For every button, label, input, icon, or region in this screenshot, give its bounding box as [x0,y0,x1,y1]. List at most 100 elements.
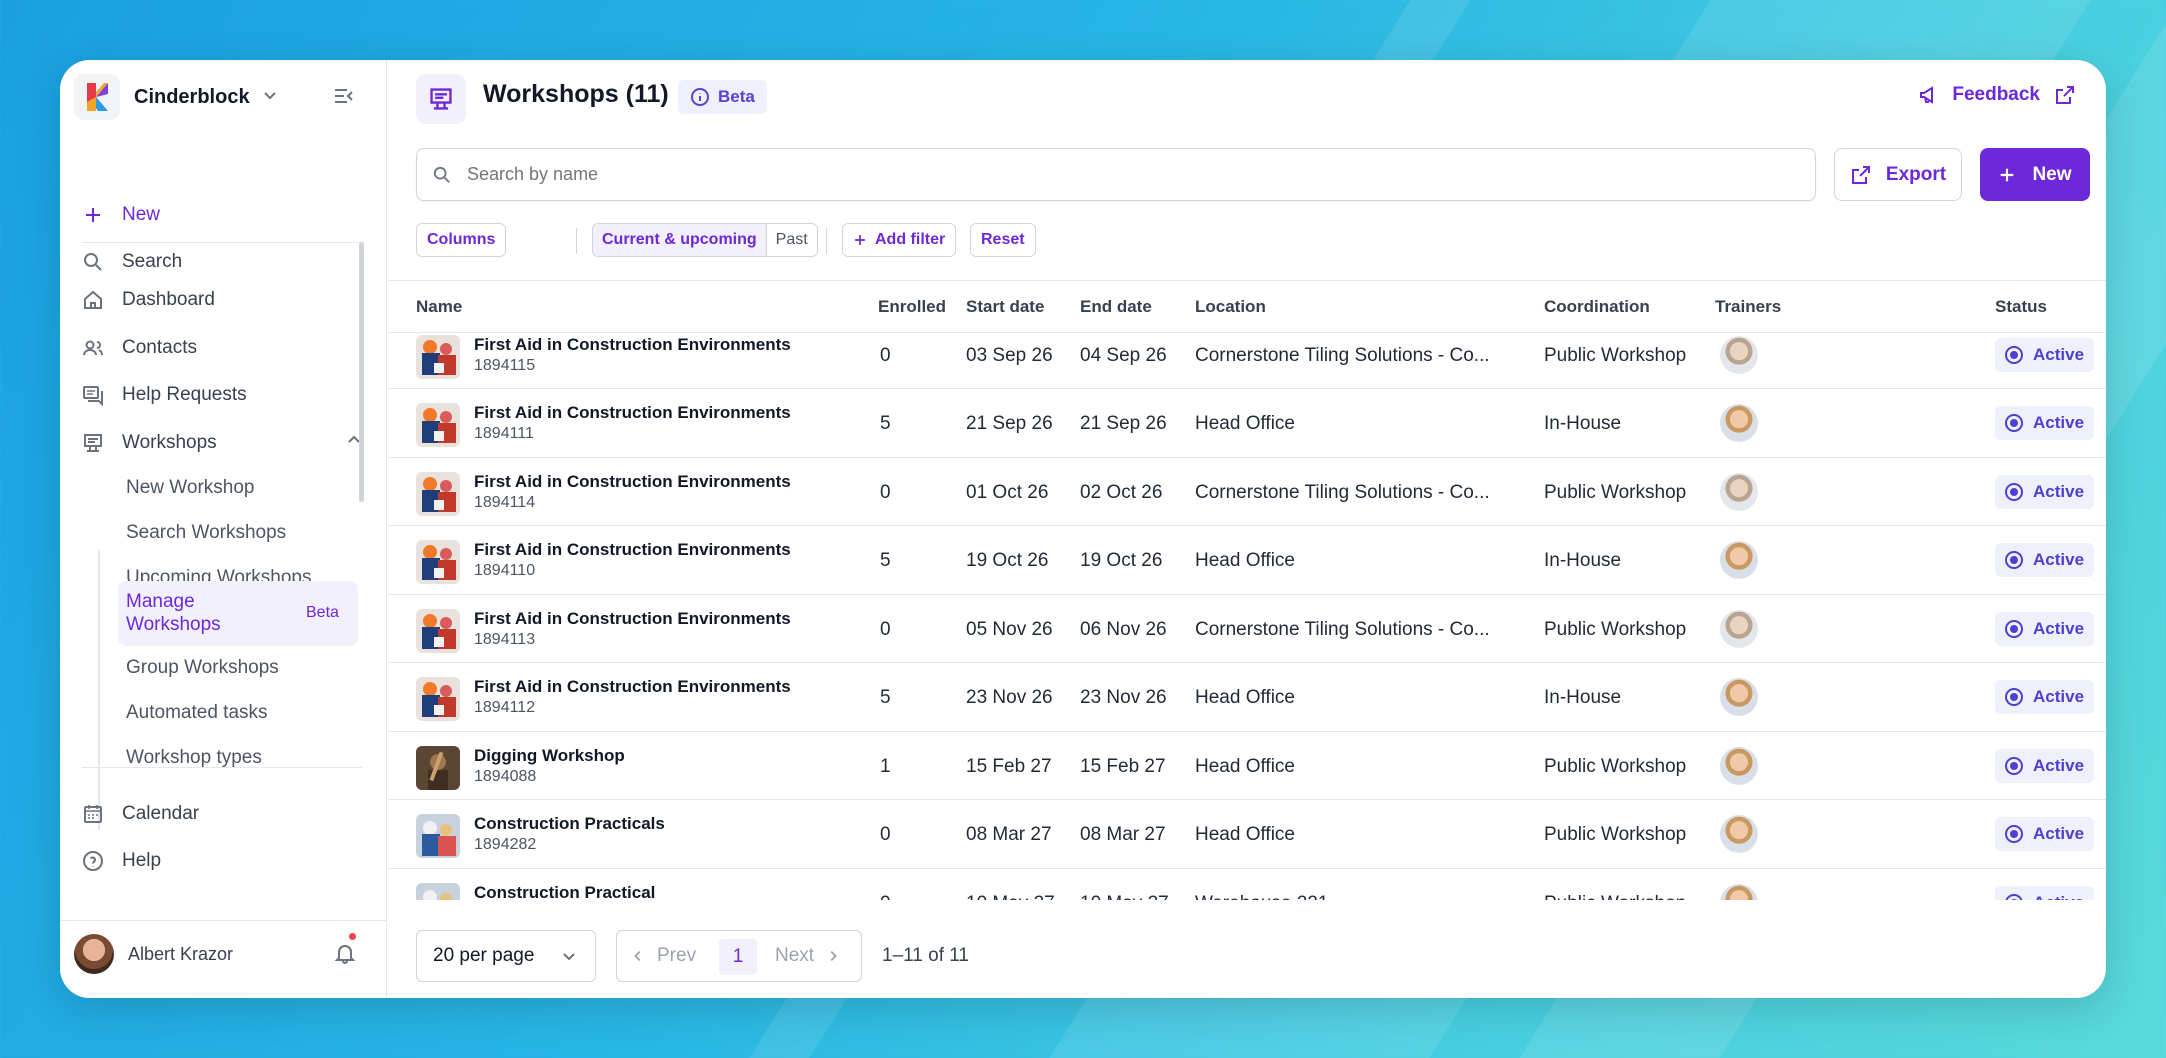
table-row[interactable]: Construction Practicals 1894282 0 08 Mar… [388,800,2106,869]
filter-past[interactable]: Past [767,224,817,256]
trainer-avatar[interactable] [1720,746,1758,785]
feedback-label: Feedback [1952,84,2040,105]
per-page-value: 20 per page [433,945,535,966]
column-header-location[interactable]: Location [1195,297,1266,317]
status-dot-icon [2005,551,2023,569]
status-label: Active [2033,550,2085,569]
beta-badge: Beta [306,604,339,621]
external-link-icon [1850,164,1872,186]
beta-badge[interactable]: Beta [678,80,767,114]
coordination: In-House [1544,687,1622,708]
main-content: Workshops (11) Beta Feedback Search by n… [388,60,2106,998]
export-button[interactable]: Export [1834,148,1962,201]
column-header-trainers[interactable]: Trainers [1715,297,1781,317]
per-page-select[interactable]: 20 per page [416,930,596,982]
trainer-avatar[interactable] [1720,815,1758,853]
search-input[interactable] [416,148,1816,201]
workshop-thumbnail [416,814,460,858]
column-header-start-date[interactable]: Start date [966,297,1044,317]
sidebar-item-dashboard[interactable]: Dashboard [82,282,215,318]
sidebar-sub-search-workshops[interactable]: Search Workshops [126,515,286,551]
sidebar-scrollbar[interactable] [359,242,364,502]
table-header: Name Enrolled Start date End date Locati… [388,281,2106,333]
workspace-name: Cinderblock [134,85,250,108]
table-row[interactable]: First Aid in Construction Environments 1… [388,458,2106,526]
add-filter-button[interactable]: Add filter [842,223,957,257]
trainer-avatar[interactable] [1720,883,1758,900]
columns-button[interactable]: Columns [416,223,507,257]
workspace-switcher[interactable]: Cinderblock [74,74,278,120]
workshop-name[interactable]: First Aid in Construction Environments [474,609,791,629]
workshop-name[interactable]: First Aid in Construction Environments [474,677,791,697]
sidebar-sub-new-workshop[interactable]: New Workshop [126,470,254,506]
plus-icon [853,233,867,247]
sidebar-item-help[interactable]: Help [82,843,161,879]
column-header-status[interactable]: Status [1995,297,2047,317]
page-number-label: 1 [732,946,744,967]
end-date: 19 Oct 26 [1080,550,1163,571]
coordination: Public Workshop [1544,618,1687,640]
sidebar: Cinderblock New Search Dashboard Contact… [60,60,387,998]
column-header-end-date[interactable]: End date [1080,297,1152,317]
sidebar-item-help-requests[interactable]: Help Requests [82,377,247,413]
sidebar-sub-label: Group Workshops [126,657,279,678]
sidebar-item-contacts[interactable]: Contacts [82,330,197,366]
user-menu[interactable]: Albert Krazor [74,934,233,974]
column-header-coordination[interactable]: Coordination [1544,297,1650,317]
sidebar-new[interactable]: New [82,197,160,233]
trainer-avatar[interactable] [1720,404,1758,442]
collapse-sidebar-icon[interactable] [332,84,356,108]
next-page-button[interactable]: Next [775,945,840,967]
bell-icon[interactable] [334,942,356,964]
sidebar-item-workshops[interactable]: Workshops [82,425,362,461]
submenu-guide [98,550,100,830]
sidebar-search[interactable]: Search [82,244,182,280]
table-row[interactable]: First Aid in Construction Environments 1… [388,389,2106,458]
filter-current-upcoming[interactable]: Current & upcoming [593,224,767,256]
sidebar-sub-automated-tasks[interactable]: Automated tasks [126,695,268,731]
workshop-name[interactable]: First Aid in Construction Environments [474,540,791,560]
divider [82,767,362,768]
sidebar-sub-group-workshops[interactable]: Group Workshops [126,650,279,686]
new-workshop-button[interactable]: New [1980,148,2090,201]
trainer-avatar[interactable] [1720,609,1758,648]
enrolled-count: 0 [880,481,891,503]
workshop-thumbnail [416,403,460,447]
table-row[interactable]: First Aid in Construction Environments 1… [388,526,2106,595]
table-row[interactable]: Digging Workshop 1894088 1 15 Feb 27 15 … [388,732,2106,800]
workshop-name[interactable]: First Aid in Construction Environments [474,472,791,492]
workshop-name[interactable]: First Aid in Construction Environments [474,403,791,423]
sidebar-sub-label: Search Workshops [126,522,287,543]
presentation-icon [416,74,466,124]
feedback-link[interactable]: Feedback [1918,84,2076,106]
start-date: 19 Oct 26 [966,550,1049,571]
trainer-avatar[interactable] [1720,541,1758,579]
workshop-name[interactable]: First Aid in Construction Environments [474,335,791,355]
location: Head Office [1195,824,1295,845]
reset-button[interactable]: Reset [970,223,1036,257]
trainer-avatar[interactable] [1720,336,1758,374]
end-date: 04 Sep 26 [1080,345,1167,366]
workshop-name[interactable]: Digging Workshop [474,746,625,766]
table-row[interactable]: First Aid in Construction Environments 1… [388,333,2106,389]
trainer-avatar[interactable] [1720,472,1758,511]
sidebar-item-calendar[interactable]: Calendar [82,796,199,832]
search-field[interactable] [467,164,1767,185]
table-row[interactable]: First Aid in Construction Environments 1… [388,595,2106,663]
sidebar-sub-workshop-types[interactable]: Workshop types [126,740,262,776]
location: Head Office [1195,687,1295,708]
coordination: Public Workshop [1544,345,1687,366]
add-filter-label: Add filter [875,231,946,248]
page-number[interactable]: 1 [719,939,757,975]
workshop-name[interactable]: Construction Practicals [474,814,665,834]
chevron-left-icon [631,949,645,963]
trainer-avatar[interactable] [1720,678,1758,716]
table-row[interactable]: Construction Practical 0 10 May 27 10 Ma… [388,869,2106,901]
column-header-name[interactable]: Name [416,297,462,317]
plus-icon [82,204,104,226]
column-header-enrolled[interactable]: Enrolled [878,297,946,317]
prev-page-button[interactable]: Prev [631,945,696,967]
plus-icon [1998,166,2016,184]
table-row[interactable]: First Aid in Construction Environments 1… [388,663,2106,732]
workshop-name[interactable]: Construction Practical [474,883,655,901]
